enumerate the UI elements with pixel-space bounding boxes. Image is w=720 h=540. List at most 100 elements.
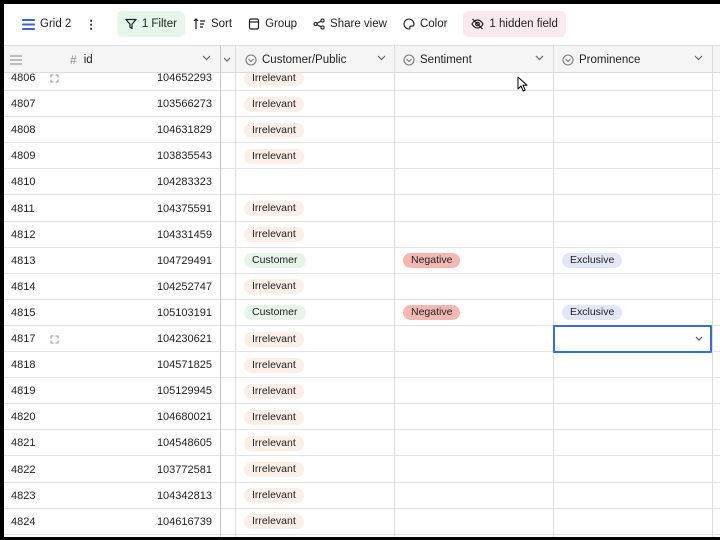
select-option-pill: Customer (244, 305, 306, 321)
table-row[interactable]: 4811 104375591 Irrelevant (4, 196, 720, 222)
cell-customer[interactable]: Irrelevant (244, 91, 304, 117)
cell-customer[interactable]: Irrelevant (244, 196, 304, 222)
expand-record-icon[interactable] (50, 73, 59, 91)
column-header-row: # id Customer/Public Sentiment Prominenc… (4, 45, 720, 73)
collapsed-column-header[interactable] (223, 46, 235, 73)
share-view-button[interactable]: Share view (305, 11, 395, 37)
cell-id[interactable]: 104283323 (64, 169, 212, 195)
table-row[interactable]: 4822 103772581 Irrelevant (4, 457, 720, 483)
row-select-all[interactable] (10, 46, 22, 73)
select-option-pill: Irrelevant (244, 227, 304, 243)
cell-sentiment[interactable]: Negative (403, 300, 461, 326)
row-number: 4809 (11, 150, 36, 163)
cell-id[interactable]: 103772581 (64, 457, 212, 483)
cell-id[interactable]: 104631829 (64, 117, 212, 143)
single-select-icon (403, 53, 415, 66)
chevron-down-icon[interactable] (535, 55, 544, 61)
group-button[interactable]: Group (240, 11, 305, 37)
table-row[interactable]: 4806 104652293 Irrelevant (4, 73, 720, 91)
view-more-button[interactable]: ⋮ (77, 11, 105, 37)
cell-customer[interactable]: Irrelevant (244, 457, 304, 483)
chevron-down-icon[interactable] (202, 55, 211, 61)
table-row[interactable]: 4810 104283323 (4, 169, 720, 196)
row-number: 4822 (11, 463, 36, 476)
cell-customer[interactable]: Irrelevant (244, 274, 304, 300)
table-row[interactable]: 4814 104252747 Irrelevant (4, 274, 720, 300)
column-header-customer[interactable]: Customer/Public (240, 46, 395, 73)
chevron-down-icon[interactable] (695, 336, 703, 342)
chevron-down-icon[interactable] (224, 57, 230, 63)
table-row[interactable]: 4820 104680021 Irrelevant (4, 404, 720, 431)
filter-button[interactable]: 1 Filter (116, 11, 185, 37)
cell-id[interactable]: 104375591 (64, 196, 212, 222)
chevron-down-icon[interactable] (377, 55, 386, 61)
cell-customer[interactable]: Irrelevant (244, 430, 304, 456)
row-number: 4818 (11, 359, 36, 372)
table-row[interactable]: 4819 105129945 Irrelevant (4, 378, 720, 405)
cell-id[interactable]: 104616739 (64, 509, 212, 535)
color-button[interactable]: Color (395, 11, 455, 37)
select-option-pill: Irrelevant (244, 279, 304, 295)
active-cell-prominence[interactable] (553, 325, 712, 353)
cell-prominence[interactable]: Exclusive (562, 248, 623, 274)
cell-id[interactable]: 104331459 (64, 222, 212, 248)
table-row[interactable]: 4818 104571825 Irrelevant (4, 352, 720, 379)
cell-id[interactable]: 104571825 (64, 352, 212, 378)
column-header-sentiment[interactable]: Sentiment (398, 46, 553, 73)
table-row[interactable]: 4824 104616739 Irrelevant (4, 509, 720, 535)
table-row[interactable]: 4809 103835543 Irrelevant (4, 143, 720, 170)
palette-icon (403, 18, 415, 30)
column-divider (712, 45, 713, 537)
cell-id[interactable]: 104652293 (64, 73, 212, 91)
table-row[interactable]: 4821 104548605 Irrelevant (4, 430, 720, 457)
cell-customer[interactable]: Irrelevant (244, 222, 304, 248)
column-header-prominence[interactable]: Prominence (557, 46, 712, 73)
table-row[interactable]: 4823 104342813 Irrelevant (4, 483, 720, 509)
cell-id[interactable]: 103566273 (64, 91, 212, 117)
table-row[interactable]: 4812 104331459 Irrelevant (4, 222, 720, 248)
cell-customer[interactable]: Irrelevant (244, 404, 304, 430)
expand-record-icon[interactable] (50, 326, 59, 352)
chevron-down-icon[interactable] (694, 55, 703, 61)
cell-id[interactable]: 105129945 (64, 378, 212, 404)
cell-id[interactable]: 104252747 (64, 274, 212, 300)
row-number: 4806 (11, 73, 36, 84)
column-title-sentiment: Sentiment (420, 53, 472, 66)
cell-customer[interactable]: Irrelevant (244, 326, 304, 352)
cell-customer[interactable]: Irrelevant (244, 378, 304, 404)
view-switcher-button[interactable]: Grid 2 (12, 11, 77, 37)
cell-customer[interactable]: Irrelevant (244, 117, 304, 143)
table-row[interactable]: 4808 104631829 Irrelevant (4, 117, 720, 144)
cell-prominence[interactable]: Exclusive (562, 300, 623, 326)
table-row[interactable]: 4813 104729491 Customer Negative Exclusive (4, 248, 720, 274)
cell-id[interactable]: 104729491 (64, 248, 212, 274)
hidden-fields-button[interactable]: 1 hidden field (463, 11, 566, 37)
cell-id[interactable]: 103835543 (64, 143, 212, 169)
row-number: 4814 (11, 280, 36, 293)
color-label: Color (419, 18, 448, 30)
cell-sentiment[interactable]: Negative (403, 248, 461, 274)
view-toolbar: Grid 2 ⋮ 1 Filter Sort Group Share view … (4, 4, 720, 44)
select-option-pill: Irrelevant (244, 409, 304, 425)
table-row[interactable]: 4807 103566273 Irrelevant (4, 91, 720, 118)
grid-body: 4806 104652293 Irrelevant 4807 103566273 Irre… (4, 73, 720, 537)
cell-customer[interactable]: Irrelevant (244, 509, 304, 535)
column-divider (394, 45, 395, 537)
cell-customer[interactable]: Irrelevant (244, 483, 304, 509)
cell-customer[interactable]: Irrelevant (244, 352, 304, 378)
sort-button[interactable]: Sort (185, 11, 240, 37)
cell-customer[interactable]: Irrelevant (244, 143, 304, 169)
table-row[interactable]: 4815 105103191 Customer Negative Exclusive (4, 300, 720, 326)
cell-customer[interactable]: Irrelevant (244, 73, 304, 91)
cell-customer[interactable]: Customer (244, 300, 306, 326)
cell-id[interactable]: 105103191 (64, 300, 212, 326)
cell-customer[interactable]: Customer (244, 248, 306, 274)
column-header-id[interactable]: # id (64, 46, 220, 73)
cell-id[interactable]: 104342813 (64, 483, 212, 509)
cell-id[interactable]: 104548605 (64, 430, 212, 456)
select-option-pill: Irrelevant (244, 73, 304, 86)
cell-id[interactable]: 104680021 (64, 404, 212, 430)
row-number: 4808 (11, 124, 36, 137)
select-option-pill: Irrelevant (244, 201, 304, 216)
cell-id[interactable]: 104230621 (64, 326, 212, 352)
